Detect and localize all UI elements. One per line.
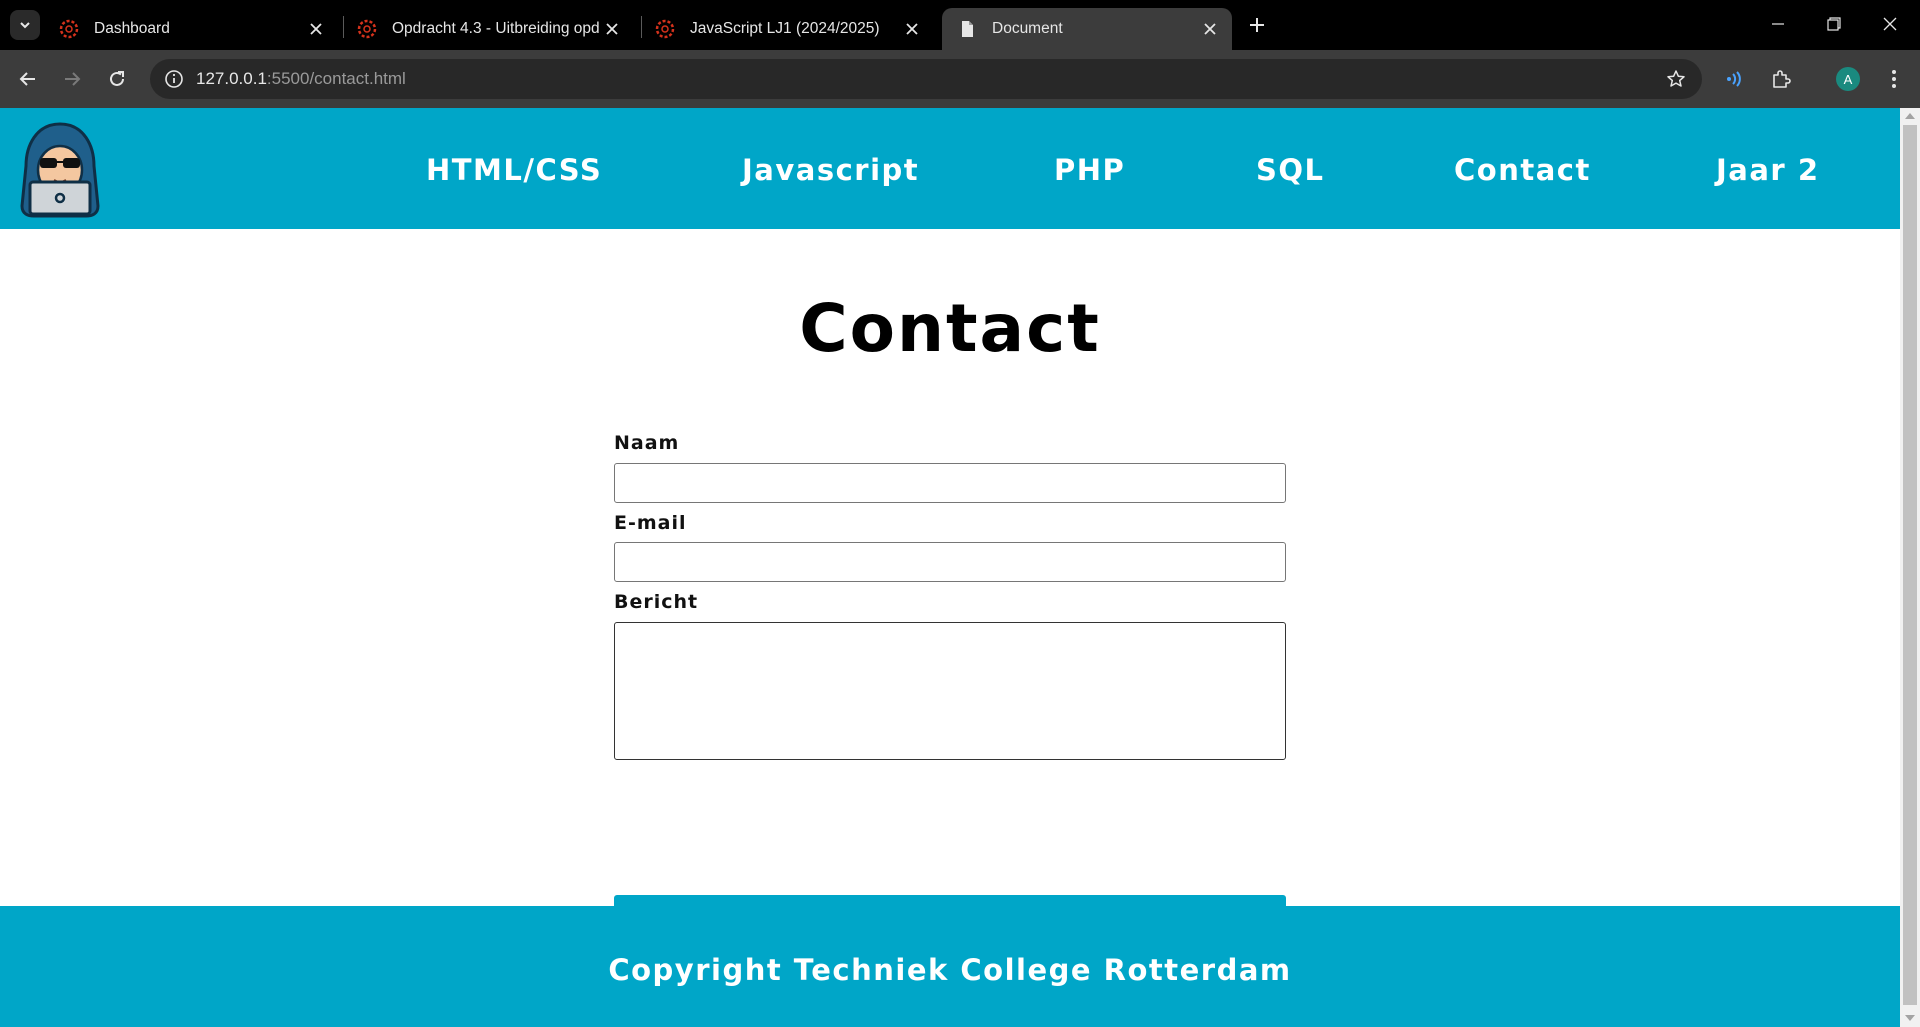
restore-button[interactable] [1806,0,1862,48]
close-icon [1883,17,1897,31]
page-viewport: HTML/CSS Javascript PHP SQL Contact Jaar… [0,108,1900,1027]
menu-button[interactable] [1879,64,1909,94]
browser-tab-opdracht[interactable]: Opdracht 4.3 - Uitbreiding opdr [356,8,630,50]
close-icon[interactable] [1198,17,1222,41]
canvas-logo-icon [59,19,79,39]
scroll-up-arrow-icon[interactable] [1905,113,1915,119]
nav-link-contact[interactable]: Contact [1454,108,1591,229]
tab-search-button[interactable] [10,10,40,40]
page-title: Contact [799,290,1101,367]
url-host: 127.0.0.1 [196,69,267,88]
close-icon[interactable] [900,17,924,41]
tab-title: Opdracht 4.3 - Uitbreiding opdr [392,20,600,37]
tab-title: Document [992,20,1063,37]
close-icon[interactable] [304,17,328,41]
name-input[interactable] [614,463,1286,503]
tab-title: JavaScript LJ1 (2024/2025) [690,20,880,37]
document-icon [962,21,973,37]
message-label: Bericht [614,591,699,613]
more-vert-icon [1892,70,1896,88]
site-footer: Copyright Techniek College Rotterdam [0,906,1900,1027]
canvas-logo-icon [655,19,675,39]
browser-tab-document[interactable]: Document [942,8,1232,50]
address-bar[interactable]: 127.0.0.1:5500/contact.html [150,59,1702,99]
restore-icon [1827,17,1841,31]
tab-title: Dashboard [94,20,170,37]
site-header: HTML/CSS Javascript PHP SQL Contact Jaar… [0,108,1900,229]
plus-icon [1250,18,1264,32]
nav-link-html-css[interactable]: HTML/CSS [426,108,602,229]
nav-link-jaar-2[interactable]: Jaar 2 [1716,108,1820,229]
email-input[interactable] [614,542,1286,582]
new-tab-button[interactable] [1244,12,1270,38]
puzzle-icon [1773,70,1791,88]
reload-icon [110,71,124,86]
url-path: :5500/contact.html [266,69,406,88]
minimize-button[interactable] [1750,0,1806,48]
arrow-left-icon [19,72,35,86]
browser-tab-bar: Dashboard Opdracht 4.3 - Uitbreiding opd… [0,0,1920,50]
nav-link-javascript[interactable]: Javascript [742,108,919,229]
scroll-down-arrow-icon[interactable] [1905,1015,1915,1021]
close-window-button[interactable] [1862,0,1918,48]
message-textarea[interactable] [614,622,1286,760]
footer-copyright: Copyright Techniek College Rotterdam [608,953,1292,987]
star-icon[interactable] [1666,69,1686,89]
extensions-button[interactable] [1766,64,1796,94]
email-label: E-mail [614,512,687,534]
chevron-down-icon [20,22,30,29]
scrollbar-thumb[interactable] [1903,125,1917,1005]
page-scrollbar[interactable] [1900,108,1920,1027]
reload-button[interactable] [102,64,132,94]
canvas-logo-icon [357,19,377,39]
arrow-right-icon [65,72,81,86]
nav-link-php[interactable]: PHP [1054,108,1125,229]
tab-separator [343,16,344,38]
broadcast-icon [1727,71,1741,87]
minimize-icon [1772,23,1784,25]
browser-toolbar: 127.0.0.1:5500/contact.html A [0,50,1920,108]
close-icon[interactable] [600,17,624,41]
tab-separator [641,16,642,38]
hacker-logo-icon[interactable] [14,120,106,218]
profile-avatar[interactable]: A [1836,67,1860,91]
back-button[interactable] [13,64,43,94]
nav-link-sql[interactable]: SQL [1256,108,1325,229]
forward-button[interactable] [57,64,87,94]
browser-tab-dashboard[interactable]: Dashboard [58,8,334,50]
site-info-icon[interactable] [164,69,184,89]
name-label: Naam [614,432,680,454]
url-text[interactable]: 127.0.0.1:5500/contact.html [196,59,406,99]
browser-tab-javascript[interactable]: JavaScript LJ1 (2024/2025) [654,8,930,50]
media-cast-button[interactable] [1720,64,1750,94]
